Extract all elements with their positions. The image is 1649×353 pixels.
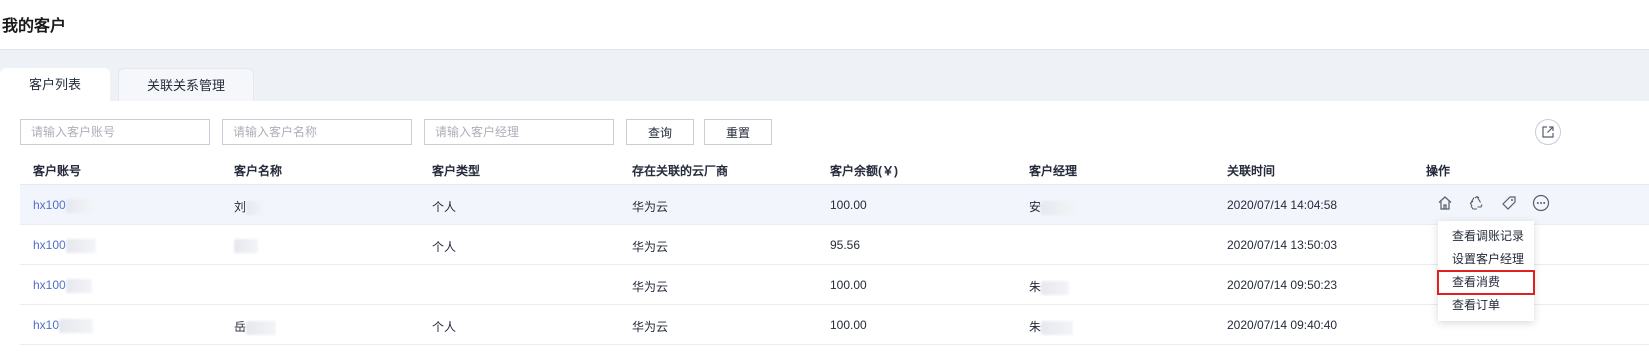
cloud-vendor: 华为云 [632,320,669,334]
col-header-time: 关联时间 [1227,164,1276,178]
page-title: 我的客户 [2,18,67,35]
row-action-menu: 查看调账记录 设置客户经理 查看消费 查看订单 [1437,221,1535,321]
tab-bar: 客户列表 关联关系管理 [0,62,1649,102]
reset-button[interactable]: 重置 [704,119,772,145]
manager-search-input[interactable] [424,119,614,145]
manager: 朱 [1029,278,1070,295]
balance: 100.00 [830,198,867,212]
search-button[interactable]: 查询 [626,119,694,145]
recycle-icon[interactable] [1468,194,1486,212]
col-header-ops: 操作 [1426,164,1451,178]
tag-icon[interactable] [1500,194,1518,212]
more-icon[interactable] [1532,194,1550,212]
menu-item-view-adjustments[interactable]: 查看调账记录 [1438,225,1534,248]
customer-type: 个人 [432,240,457,254]
balance: 95.56 [830,238,861,252]
customer-type: 个人 [432,320,457,334]
house-icon[interactable] [1436,194,1454,212]
name-search-input[interactable] [222,119,412,145]
link-time: 2020/07/14 13:50:03 [1227,238,1338,252]
table-row: hx100 华为云 100.00 朱 2020/07/14 09:50:23 [20,265,1649,305]
account-link[interactable]: hx100 [33,278,92,293]
col-header-account: 客户账号 [33,164,82,178]
col-header-vendor: 存在关联的云厂商 [632,164,729,178]
cloud-vendor: 华为云 [632,200,669,214]
table-header: 客户账号 客户名称 客户类型 存在关联的云厂商 客户余额(￥) 客户经理 关联时… [20,153,1649,185]
customer-name [234,238,258,253]
col-header-manager: 客户经理 [1029,164,1078,178]
customer-name: 刘 [234,198,265,215]
account-link[interactable]: hx100 [33,238,96,253]
row-ops [1436,194,1550,216]
col-header-type: 客户类型 [432,164,481,178]
cloud-vendor: 华为云 [632,280,669,294]
export-icon[interactable] [1535,119,1561,145]
account-search-input[interactable] [20,119,210,145]
table-row: hx10 岳 个人 华为云 100.00 朱 2020/07/14 09:40:… [20,305,1649,345]
link-time: 2020/07/14 09:40:40 [1227,318,1338,332]
tab-customer-list[interactable]: 客户列表 [0,68,110,102]
col-header-name: 客户名称 [234,164,283,178]
customer-type: 个人 [432,200,457,214]
menu-item-view-orders[interactable]: 查看订单 [1438,294,1534,317]
cloud-vendor: 华为云 [632,240,669,254]
customer-table: 客户账号 客户名称 客户类型 存在关联的云厂商 客户余额(￥) 客户经理 关联时… [20,153,1649,345]
menu-item-view-consumption[interactable]: 查看消费 [1437,270,1535,295]
link-time: 2020/07/14 14:04:58 [1227,198,1338,212]
account-link[interactable]: hx10 [33,318,94,333]
account-link[interactable]: hx100 [33,198,92,213]
page-header: 我的客户 [0,0,1649,50]
balance: 100.00 [830,278,867,292]
customer-name: 岳 [234,318,277,335]
table-row: hx100 刘 个人 华为云 100.00 安 2020/07/14 14:04… [20,185,1649,225]
table-row: hx100 个人 华为云 95.56 2020/07/14 13:50:03 [20,225,1649,265]
manager: 朱 [1029,318,1074,335]
link-time: 2020/07/14 09:50:23 [1227,278,1338,292]
tab-relation-management[interactable]: 关联关系管理 [118,68,254,102]
col-header-balance: 客户余额(￥) [830,164,898,178]
main-content: 查询 重置 客户账号 客户名称 客户类型 存在关联的云厂商 客户余额(￥) 客户… [0,101,1649,353]
balance: 100.00 [830,318,867,332]
manager: 安 [1029,198,1076,215]
menu-item-set-manager[interactable]: 设置客户经理 [1438,248,1534,271]
